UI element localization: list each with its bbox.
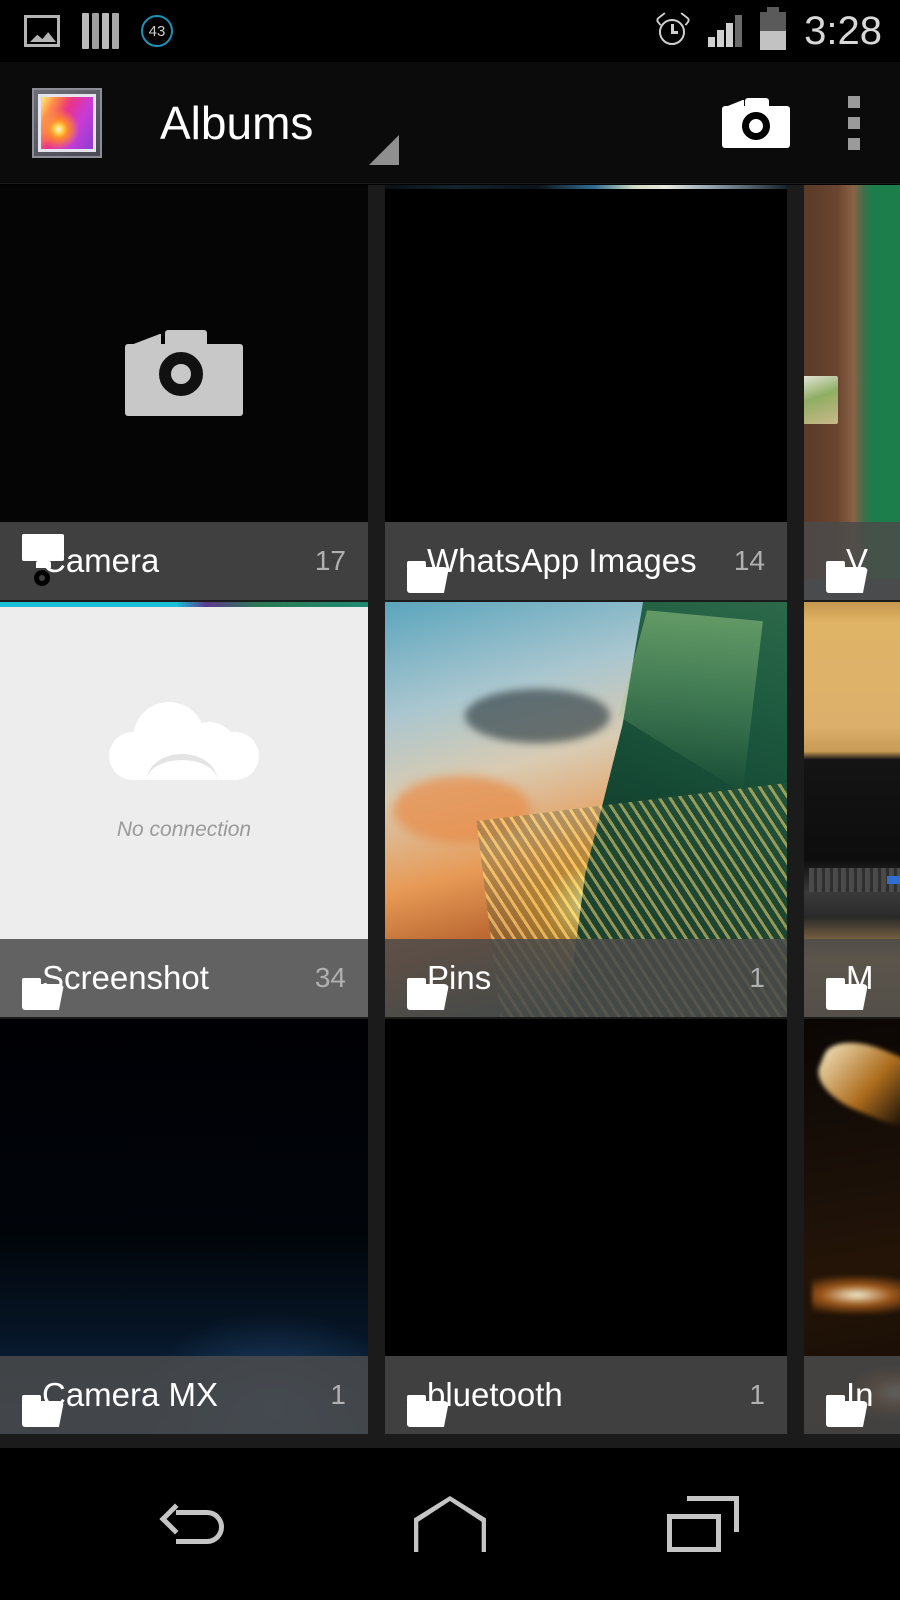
- battery-icon: [760, 7, 787, 50]
- album-label-bar: In: [804, 1356, 900, 1434]
- status-bar-clock: 3:28: [804, 8, 882, 53]
- album-label-bar: Camera 17: [0, 522, 368, 600]
- album-tile-in[interactable]: In: [804, 1019, 900, 1434]
- albums-grid[interactable]: Camera 17 WhatsApp Images 14 V No connec…: [0, 185, 900, 1448]
- home-icon: [413, 1496, 486, 1552]
- album-label-bar: Screenshot 34: [0, 939, 368, 1017]
- recents-icon: [667, 1496, 740, 1552]
- album-count: 1: [749, 962, 765, 993]
- notification-badge: 43: [141, 15, 173, 47]
- action-bar-actions: [722, 95, 900, 150]
- camera-icon[interactable]: [722, 97, 790, 148]
- signal-bars-icon: [708, 15, 743, 47]
- dropdown-triangle-icon[interactable]: [369, 135, 400, 165]
- back-icon: [159, 1498, 230, 1550]
- album-tile-camera-mx[interactable]: Camera MX 1: [0, 1019, 368, 1434]
- back-button[interactable]: [137, 1479, 257, 1569]
- album-count: 1: [330, 1379, 346, 1410]
- album-label-bar: Pins 1: [385, 939, 787, 1017]
- stripes-icon: [82, 13, 119, 49]
- action-bar: Albums: [0, 62, 900, 184]
- album-name: Camera MX: [42, 1376, 219, 1413]
- no-connection-message: No connection: [116, 817, 252, 841]
- phone-screen: 43 3:28 Albums Camera 17 WhatsApp Images…: [0, 0, 900, 1600]
- album-count: 34: [314, 962, 346, 993]
- status-bar-right: 3:28: [654, 7, 900, 54]
- alarm-clock-icon: [654, 12, 692, 48]
- album-name: Screenshot: [42, 959, 209, 996]
- album-count: 17: [314, 545, 346, 576]
- status-bar: 43 3:28: [0, 0, 900, 62]
- album-tile-camera[interactable]: Camera 17: [0, 185, 368, 600]
- album-label-bar: V: [804, 522, 900, 600]
- album-name: WhatsApp Images: [427, 542, 697, 579]
- photo-icon: [24, 15, 60, 47]
- album-tile-m[interactable]: M: [804, 602, 900, 1017]
- album-tile-screenshot[interactable]: No connection Screenshot 34: [0, 602, 368, 1017]
- page-title: Albums: [160, 96, 314, 149]
- album-count: 14: [733, 545, 765, 576]
- sad-cloud-icon: [109, 701, 259, 794]
- album-label-bar: WhatsApp Images 14: [385, 522, 787, 600]
- album-tile-pins[interactable]: Pins 1: [385, 602, 787, 1017]
- album-count: 1: [749, 1379, 765, 1410]
- gallery-app-icon[interactable]: [32, 87, 102, 158]
- album-label-bar: M: [804, 939, 900, 1017]
- home-button[interactable]: [390, 1479, 510, 1569]
- recents-button[interactable]: [643, 1479, 763, 1569]
- camera-placeholder-icon: [125, 329, 243, 416]
- status-bar-left: 43: [0, 13, 173, 49]
- album-label-bar: Camera MX 1: [0, 1356, 368, 1434]
- navigation-bar: [0, 1448, 900, 1600]
- album-label-bar: bluetooth 1: [385, 1356, 787, 1434]
- album-tile-v[interactable]: V: [804, 185, 900, 600]
- overflow-menu-icon[interactable]: [848, 95, 860, 150]
- album-tile-whatsapp-images[interactable]: WhatsApp Images 14: [385, 185, 787, 600]
- album-tile-bluetooth[interactable]: bluetooth 1: [385, 1019, 787, 1434]
